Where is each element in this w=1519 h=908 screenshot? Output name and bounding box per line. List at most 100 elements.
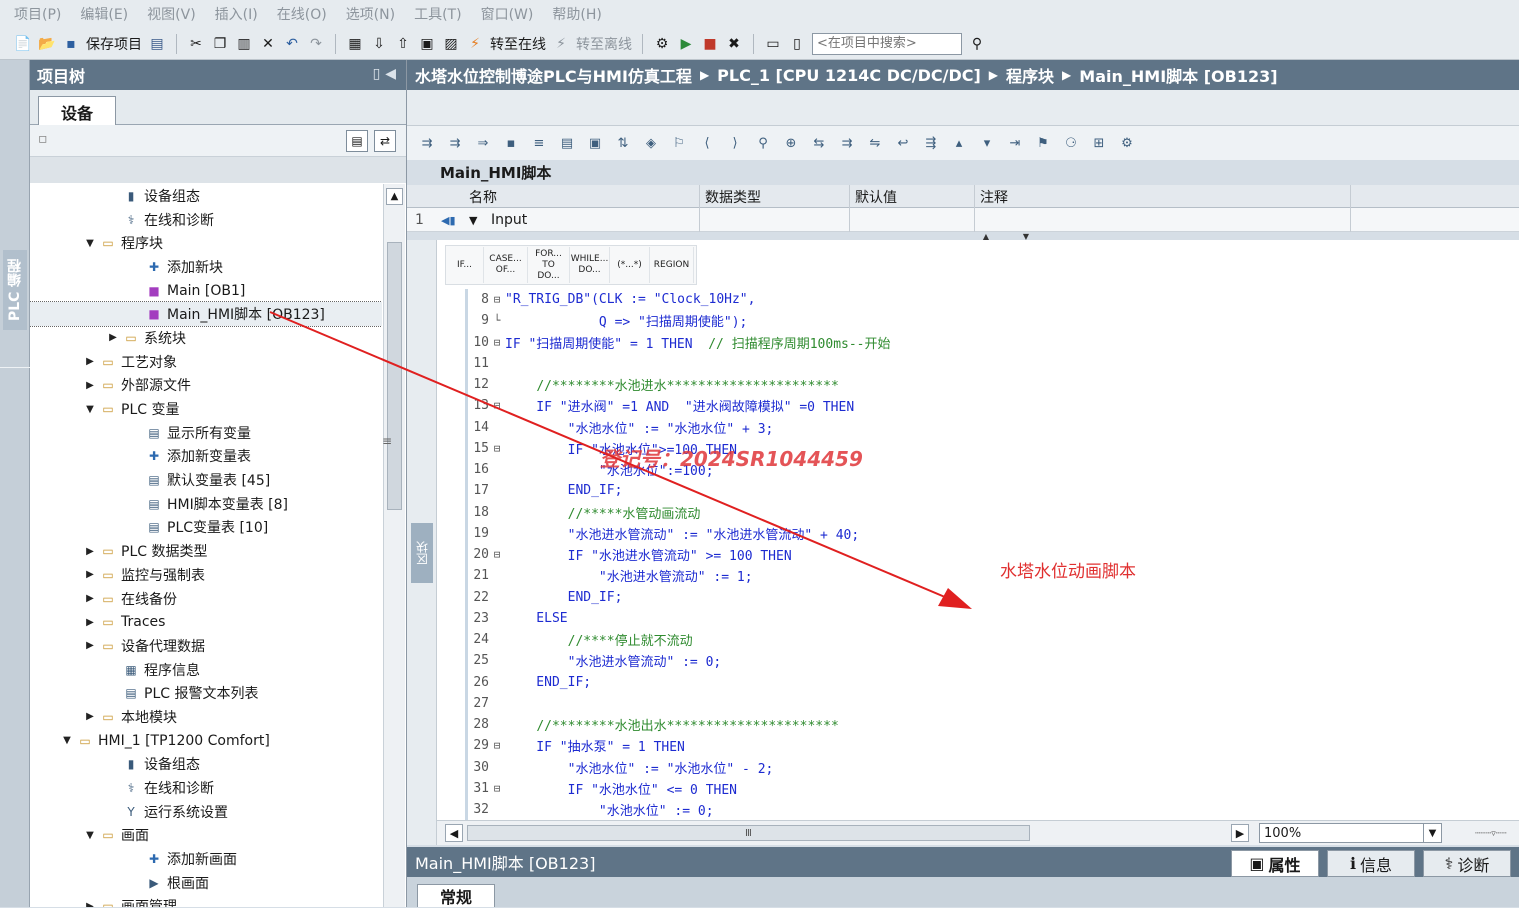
splitter-up-icon[interactable]: ▲ [975,232,997,241]
tree-item[interactable]: ▶ ▭ Traces [30,610,382,634]
project-search-input[interactable] [812,32,962,55]
scroll-right-icon[interactable]: ▶ [1231,824,1249,842]
replace-icon[interactable]: ⇆ [809,136,829,151]
tree-item[interactable]: ▼ ▭ 画面 [30,824,382,848]
plc-programming-tab[interactable]: PLC 编程 [3,250,27,330]
split-horizontal-icon[interactable]: ▭ [764,35,782,53]
watch-icon[interactable]: ⚲ [753,136,773,151]
delete-network-icon[interactable]: ⇉ [445,136,465,151]
cut-icon[interactable]: ✂ [187,35,205,53]
tree-item[interactable]: ▤ 默认变量表 [45] [30,468,382,492]
code-line[interactable]: 32 "水池水位" := 0; [437,799,1519,820]
scroll-left-icon[interactable]: ◀ [445,824,463,842]
tree-item[interactable]: ▤ PLC变量表 [10] [30,516,382,540]
collapse-arrow-icon[interactable]: ▼ [84,830,96,841]
zoom-dropdown-icon[interactable]: ▼ [1423,824,1441,842]
tree-item[interactable]: ✚ 添加新变量表 [30,445,382,469]
fold-toggle-icon[interactable]: ⊟ [489,293,505,306]
save-icon[interactable]: ▪ [62,35,80,53]
fold-toggle-icon[interactable]: ⊟ [489,336,505,349]
tree-item[interactable]: ▦ 程序信息 [30,658,382,682]
expand-arrow-icon[interactable]: ▶ [84,617,96,628]
tree-item[interactable]: ▶ ▭ 系统块 [30,326,382,350]
tree-item[interactable]: ⚕ 在线和诊断 [30,208,382,232]
collapse-arrow-icon[interactable]: ▼ [84,404,96,415]
monitor-icon[interactable]: ⇒ [473,136,493,151]
tree-item[interactable]: ▮ 设备组态 [30,753,382,777]
return-icon[interactable]: ↩ [893,136,913,151]
menu-item[interactable]: 工具(T) [414,4,461,24]
code-line[interactable]: 9 └ Q => "扫描周期使能"); [437,310,1519,331]
tree-item[interactable]: ⚕ 在线和诊断 [30,776,382,800]
tree-item[interactable]: ■ Main_HMI脚本 [OB123] [30,301,382,328]
load-icon[interactable]: ⊞ [1089,136,1109,151]
insert-network-icon[interactable]: ⇉ [417,136,437,151]
code-line[interactable]: 20 ⊟ IF "水池进水管流动" >= 100 THEN [437,544,1519,565]
zoom-slider[interactable]: ┄┄┄▿┄┄ [1475,829,1519,839]
snippet-button[interactable]: IF... [446,247,484,283]
menu-item[interactable]: 在线(O) [277,4,327,24]
snippet-button[interactable]: (*...*) [610,247,650,283]
expand-arrow-icon[interactable]: ▶ [84,356,96,367]
expand-arrow-icon[interactable]: ▶ [84,380,96,391]
tree-item[interactable]: ▶ ▭ 设备代理数据 [30,634,382,658]
fold-toggle-icon[interactable]: ⊟ [489,548,505,561]
scroll-up-icon[interactable]: ▲ [386,188,403,205]
fold-toggle-icon[interactable]: ⊟ [489,782,505,795]
expand-arrow-icon[interactable]: ▶ [84,546,96,557]
collapse-icon[interactable]: ▴ [949,136,969,151]
go-online-icon[interactable]: ⚡ [466,35,484,53]
code-line[interactable]: 8 ⊟ "R_TRIG_DB"(CLK := "Clock_10Hz", [437,289,1519,310]
splitter-grip-icon[interactable]: ≡ [382,434,392,448]
tree-item[interactable]: ▼ ▭ 程序块 [30,231,382,255]
collapse-panel-icon[interactable]: ▯ ◀ [373,66,396,82]
code-line[interactable]: 19 "水池进水管流动" := "水池进水管流动" + 40; [437,523,1519,544]
expand-arrow-icon[interactable]: ▶ [84,640,96,651]
expand-arrow-icon[interactable]: ▶ [84,901,96,907]
expand-arrow-icon[interactable]: ▶ [84,569,96,580]
tree-item[interactable]: ▼ ▭ HMI_1 [TP1200 Comfort] [30,729,382,753]
editor-hscrollbar[interactable]: ◀ Ⅲ ▶ 100% ▼ ┄┄┄▿┄┄ [437,820,1519,845]
fold-toggle-icon[interactable]: ⊟ [489,739,505,752]
overview-icon[interactable]: ▤ [346,130,368,152]
monitor-on-icon[interactable]: ⚑ [1033,136,1053,151]
redo-icon[interactable]: ↷ [307,35,325,53]
menu-item[interactable]: 插入(I) [215,4,258,24]
zoom-select[interactable]: 100% ▼ [1259,823,1442,843]
find-icon[interactable]: ⊕ [781,136,801,151]
code-line[interactable]: 11 [437,353,1519,374]
bookmark-icon[interactable]: ◈ [641,136,661,151]
menu-item[interactable]: 帮助(H) [552,4,601,24]
code-line[interactable]: 23 ELSE [437,608,1519,629]
menu-item[interactable]: 编辑(E) [80,4,128,24]
jump-icon[interactable]: ⇋ [865,136,885,151]
new-item-icon[interactable]: ▫ [38,131,48,147]
upload-icon[interactable]: ⇧ [394,35,412,53]
tree-item[interactable]: ▶ ▭ 外部源文件 [30,374,382,398]
search-go-icon[interactable]: ⚲ [968,35,986,53]
interface-row-input[interactable]: 1 ◀▮ ▼ Input [407,208,1519,232]
code-line[interactable]: 26 END_IF; [437,672,1519,693]
dock-label[interactable]: 区块 [411,523,433,583]
tree-item[interactable]: ▶ ▭ 监控与强制表 [30,563,382,587]
next-icon[interactable]: ⟩ [725,136,745,151]
tree-item[interactable]: Y 运行系统设置 [30,800,382,824]
start-sim-icon[interactable]: ▨ [442,35,460,53]
download-icon[interactable]: ⇩ [370,35,388,53]
snippet-button[interactable]: FOR... TO DO... [528,247,570,283]
tree-item[interactable]: ✚ 添加新块 [30,255,382,279]
tree-item[interactable]: ▤ PLC 报警文本列表 [30,681,382,705]
comment-icon[interactable]: ▣ [585,136,605,151]
code-line[interactable]: 18 //*****水管动画流动 [437,502,1519,523]
new-project-icon[interactable]: 📄 [14,35,32,53]
tree-item[interactable]: ▤ 显示所有变量 [30,421,382,445]
settings-icon[interactable]: ⚙ [1117,136,1137,151]
open-project-icon[interactable]: 📂 [38,35,56,53]
tree-options-icon[interactable]: ⇄ [374,130,396,152]
splitter-down-icon[interactable]: ▼ [1015,232,1037,241]
start-cpu-icon[interactable]: ▶ [677,35,695,53]
tab-general[interactable]: 常规 [417,884,495,907]
tree-item[interactable]: ▶ 根画面 [30,871,382,895]
menu-item[interactable]: 项目(P) [14,4,61,24]
breadcrumb-item[interactable]: 水塔水位控制博途PLC与HMI仿真工程 [415,63,692,87]
